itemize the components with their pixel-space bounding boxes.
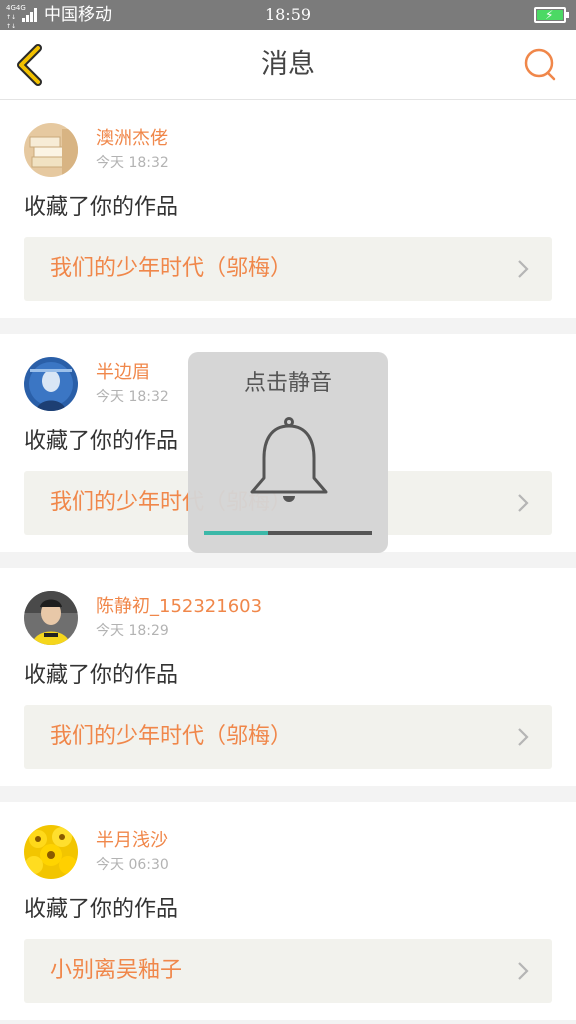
bell-icon[interactable] [246,416,332,506]
work-link[interactable]: 小别离吴釉子 [24,939,552,1003]
app-root: 4G4G ↑↓ ↑↓ 中国移动 18:59 ⚡ 消息 澳洲杰佬 今天 18:32… [0,0,576,1024]
chevron-right-icon [518,728,529,746]
volume-level [204,531,268,535]
chevron-right-icon [518,962,529,980]
action-text: 收藏了你的作品 [24,195,179,220]
timestamp: 今天 18:32 [96,155,169,171]
action-text: 收藏了你的作品 [24,897,179,922]
books-avatar-image [24,123,78,177]
avatar[interactable] [24,123,78,177]
message-card: 陈静初_152321603 今天 18:29 收藏了你的作品 我们的少年时代（邬… [0,568,576,786]
clock: 18:59 [264,5,312,24]
action-text: 收藏了你的作品 [24,663,179,688]
mute-toast[interactable]: 点击静音 [188,352,388,553]
timestamp: 今天 06:30 [96,857,169,873]
volume-slider[interactable] [204,531,372,535]
action-text: 收藏了你的作品 [24,429,179,454]
boy-avatar-image [24,591,78,645]
search-button[interactable] [522,46,558,82]
search-icon [524,48,556,81]
page-title: 消息 [261,49,315,80]
avatar[interactable] [24,591,78,645]
username[interactable]: 半月浅沙 [96,830,168,852]
work-title: 小别离吴釉子 [50,958,183,983]
mute-label: 点击静音 [243,371,332,396]
nav-header: 消息 [0,30,576,100]
work-title: 我们的少年时代（邬梅） [50,256,293,281]
timestamp: 今天 18:29 [96,623,169,639]
portrait-avatar-image [24,357,78,411]
timestamp: 今天 18:32 [96,389,169,405]
battery-charging-icon: ⚡ [534,7,569,23]
message-list: 澳洲杰佬 今天 18:32 收藏了你的作品 我们的少年时代（邬梅） 半边眉 今天… [0,100,576,1024]
username[interactable]: 澳洲杰佬 [96,128,168,150]
avatar[interactable] [24,357,78,411]
chevron-right-icon [518,260,529,278]
username[interactable]: 半边眉 [96,362,150,384]
chevron-right-icon [518,494,529,512]
work-link[interactable]: 我们的少年时代（邬梅） [24,237,552,301]
message-card: 澳洲杰佬 今天 18:32 收藏了你的作品 我们的少年时代（邬梅） [0,100,576,318]
message-card: 半月浅沙 今天 06:30 收藏了你的作品 小别离吴釉子 [0,802,576,1020]
work-link[interactable]: 我们的少年时代（邬梅） [24,705,552,769]
sunflower-avatar-image [24,825,78,879]
work-title: 我们的少年时代（邬梅） [50,724,293,749]
status-bar: 4G4G ↑↓ ↑↓ 中国移动 18:59 ⚡ [0,0,576,30]
avatar[interactable] [24,825,78,879]
username[interactable]: 陈静初_152321603 [96,596,262,618]
